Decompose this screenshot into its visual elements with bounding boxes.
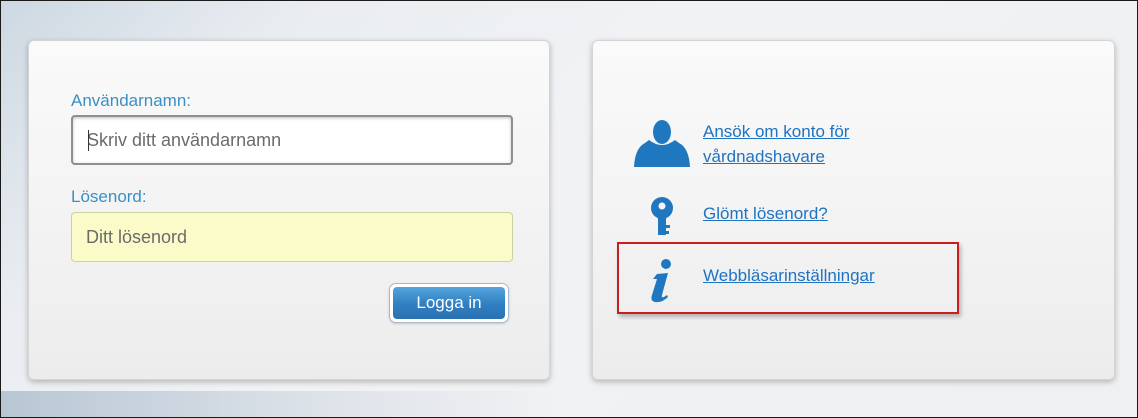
background-strip xyxy=(1,391,561,417)
login-panel: Användarnamn: Lösenord: Logga in xyxy=(28,40,550,380)
apply-account-link[interactable]: Ansök om konto för vårdnadshavare xyxy=(703,119,953,169)
forgot-password-link[interactable]: Glömt lösenord? xyxy=(703,201,953,226)
links-panel: Ansök om konto för vårdnadshavare Glömt … xyxy=(592,40,1115,380)
username-input[interactable] xyxy=(71,115,513,165)
username-label: Användarnamn: xyxy=(71,91,192,110)
text-caret xyxy=(88,130,89,151)
login-button[interactable]: Logga in xyxy=(390,284,508,322)
key-icon xyxy=(633,197,691,239)
login-button-label: Logga in xyxy=(393,287,505,319)
highlight-annotation-box xyxy=(617,242,959,314)
person-icon xyxy=(633,119,691,167)
apply-account-link-row[interactable]: Ansök om konto för vårdnadshavare xyxy=(633,119,953,169)
password-input[interactable] xyxy=(71,212,513,262)
password-label: Lösenord: xyxy=(71,187,147,206)
forgot-password-link-row[interactable]: Glömt lösenord? xyxy=(633,197,953,239)
